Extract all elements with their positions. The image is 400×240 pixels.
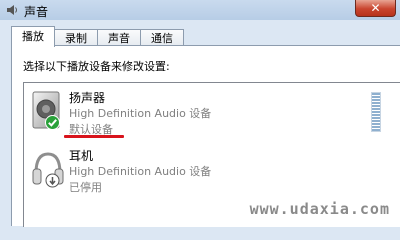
tab-strip: 播放 录制 声音 通信 (11, 26, 184, 47)
device-status: 已停用 (69, 181, 102, 194)
check-icon (45, 115, 60, 130)
device-item-speaker[interactable]: 扬声器 High Definition Audio 设备 默认设备 (24, 87, 381, 137)
playback-panel: 选择以下播放设备来修改设置: 扬声器 High Definition Audio… (11, 45, 400, 227)
watermark: www.udaxia.com (249, 200, 390, 218)
instruction-text: 选择以下播放设备来修改设置: (23, 60, 170, 73)
title-bar: 声音 ✕ (0, 0, 400, 20)
device-name: 扬声器 (69, 91, 106, 105)
sound-icon (7, 5, 17, 15)
close-button[interactable]: ✕ (355, 0, 396, 17)
disabled-icon (45, 173, 60, 188)
device-item-headphones[interactable]: 耳机 High Definition Audio 设备 已停用 (24, 145, 354, 195)
tab-playback[interactable]: 播放 (11, 26, 55, 47)
device-description: High Definition Audio 设备 (69, 165, 212, 178)
device-name: 耳机 (69, 149, 94, 163)
highlight-underline (64, 135, 124, 138)
window-title: 声音 (24, 5, 49, 19)
device-description: High Definition Audio 设备 (69, 107, 212, 120)
volume-level-meter (371, 92, 381, 132)
